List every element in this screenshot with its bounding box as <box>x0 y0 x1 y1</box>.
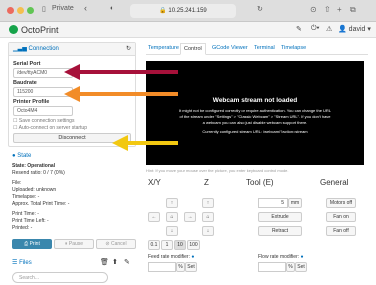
arrow-serial-port <box>64 64 178 80</box>
arrow-disconnect <box>112 135 178 151</box>
browser-window: ▯ Private ‹ ◐ 🔒 10.25.241.159 ↻ ⊙ ⇧ + ⧉ … <box>0 0 376 285</box>
arrow-baudrate <box>64 86 178 102</box>
annotation-arrows <box>64 64 178 151</box>
